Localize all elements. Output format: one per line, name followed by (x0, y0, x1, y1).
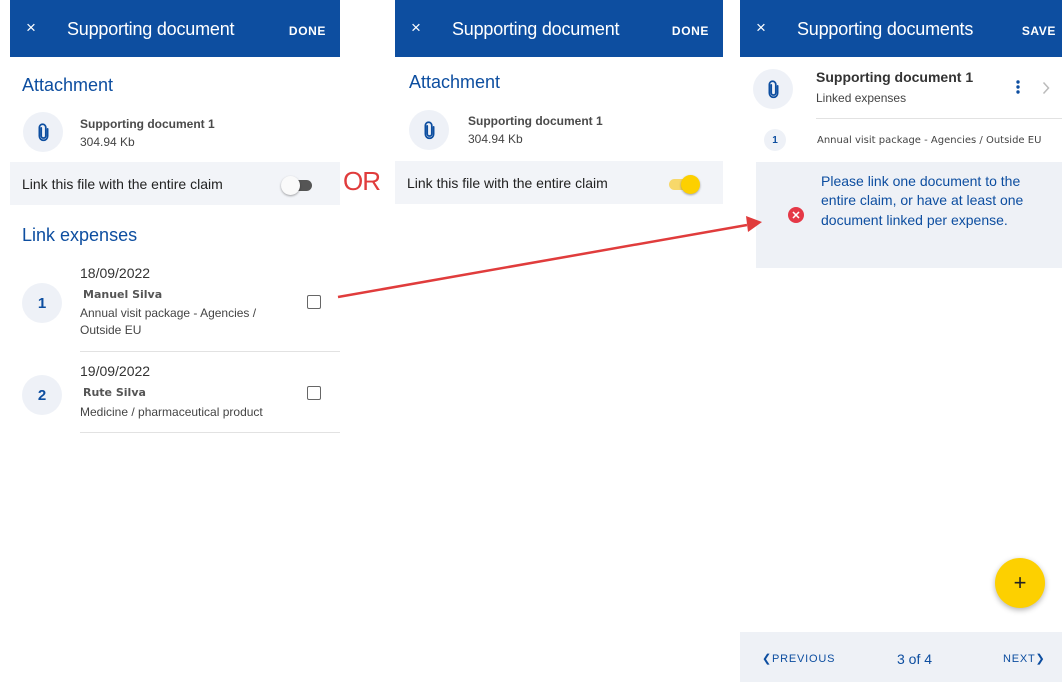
chevron-right-icon: ❯ (1035, 653, 1046, 665)
error-message: Please link one document to the entire c… (821, 173, 1024, 228)
expense-number-badge: 1 (764, 129, 786, 151)
expense-person: Rute Silva (83, 386, 146, 399)
save-button[interactable]: SAVE (1022, 24, 1056, 38)
or-label: OR (343, 166, 381, 196)
chevron-left-icon: ❮ (762, 653, 773, 665)
add-button[interactable]: + (995, 558, 1045, 608)
next-button[interactable]: NEXT❯ (1003, 652, 1046, 665)
attachment-name[interactable]: Supporting document 1 (80, 117, 215, 131)
link-entire-claim-label: Link this file with the entire claim (407, 175, 608, 191)
paperclip-icon (753, 69, 793, 109)
close-icon[interactable]: × (756, 19, 766, 36)
close-icon[interactable]: × (26, 19, 36, 36)
error-message-box: ✕ Please link one document to the entire… (756, 162, 1062, 268)
divider (80, 351, 340, 352)
expense-date: 19/09/2022 (80, 363, 151, 379)
done-button[interactable]: DONE (672, 24, 709, 38)
chevron-right-icon[interactable] (1042, 81, 1050, 95)
attachment-title: Attachment (409, 72, 501, 92)
page-title: Supporting document (67, 19, 235, 39)
supporting-documents-panel-right: × Supporting documents SAVE Supporting d… (740, 0, 1062, 682)
document-name: Supporting document 1 (816, 69, 974, 85)
link-entire-claim-toggle[interactable] (281, 176, 312, 195)
expense-number-badge: 1 (22, 283, 62, 323)
more-options-icon[interactable] (1015, 79, 1021, 95)
page-title: Supporting document (452, 19, 620, 39)
document-subtitle: Linked expenses (816, 91, 907, 105)
link-entire-claim-row: Link this file with the entire claim (395, 161, 723, 204)
divider (80, 432, 340, 433)
expense-checkbox[interactable] (307, 386, 321, 400)
error-icon: ✕ (788, 207, 804, 223)
paperclip-icon (409, 110, 449, 150)
expense-description: Annual visit package - Agencies / (80, 306, 257, 320)
link-entire-claim-label: Link this file with the entire claim (22, 176, 223, 192)
pagination-bar: ❮PREVIOUS 3 of 4 NEXT❯ (740, 632, 1062, 682)
close-icon[interactable]: × (411, 19, 421, 36)
supporting-document-panel-middle: × Supporting document DONE Attachment Su… (395, 0, 723, 300)
link-entire-claim-toggle[interactable] (669, 175, 700, 194)
next-label: NEXT (1003, 653, 1036, 665)
link-entire-claim-row: Link this file with the entire claim (10, 162, 340, 205)
done-button[interactable]: DONE (289, 24, 326, 38)
expense-date: 18/09/2022 (80, 265, 151, 281)
supporting-document-panel-left: × Supporting document DONE Attachment Su… (10, 0, 340, 682)
attachment-name[interactable]: Supporting document 1 (468, 114, 603, 128)
expense-checkbox[interactable] (307, 295, 321, 309)
attachment-size: 304.94 Kb (468, 132, 523, 146)
page-title: Supporting documents (797, 19, 974, 39)
expense-number-badge: 2 (22, 375, 62, 415)
header: × Supporting document DONE (10, 0, 340, 57)
attachment-title: Attachment (22, 75, 114, 95)
divider (816, 118, 1062, 119)
attachment-size: 304.94 Kb (80, 135, 135, 149)
previous-button[interactable]: ❮PREVIOUS (762, 652, 835, 665)
expense-person: Manuel Silva (83, 288, 163, 301)
header: × Supporting document DONE (395, 0, 723, 57)
linked-expense-label: Annual visit package - Agencies / Outsid… (817, 135, 1042, 146)
page-count: 3 of 4 (897, 651, 933, 667)
expense-description: Medicine / pharmaceutical product (80, 405, 263, 419)
previous-label: PREVIOUS (772, 653, 836, 665)
paperclip-icon (23, 112, 63, 152)
expense-description-continued: Outside EU (80, 323, 142, 337)
header: × Supporting documents SAVE (740, 0, 1062, 57)
link-expenses-title: Link expenses (22, 225, 138, 245)
